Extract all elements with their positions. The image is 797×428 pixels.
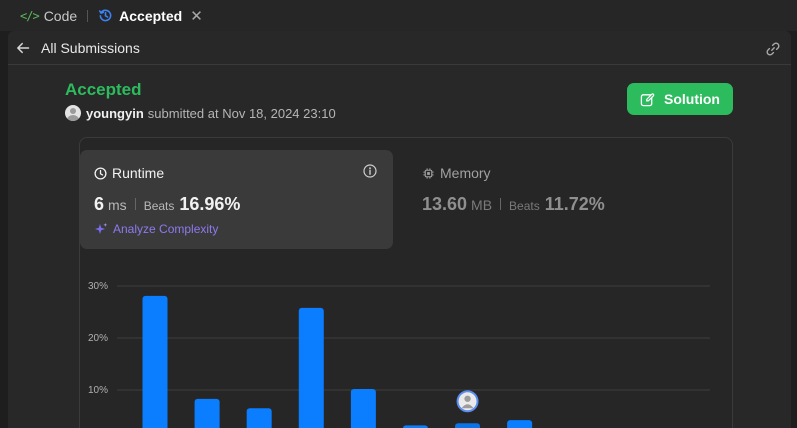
chart-bar[interactable]	[455, 423, 481, 428]
runtime-title: Runtime	[112, 165, 165, 181]
tab-bar: </> Code Accepted ✕	[0, 0, 797, 31]
avatar[interactable]	[65, 105, 81, 121]
memory-title: Memory	[440, 165, 491, 181]
chart-bar[interactable]	[246, 408, 272, 428]
chip-icon	[423, 167, 434, 179]
y-tick-label: 10%	[88, 385, 108, 396]
solution-button-label: Solution	[664, 91, 720, 107]
info-icon[interactable]	[363, 164, 377, 178]
runtime-distribution-chart: 0%10%20%30%	[88, 281, 710, 428]
submissions-bar: All Submissions	[8, 31, 791, 65]
chart-bar[interactable]	[298, 307, 324, 428]
all-submissions-link[interactable]: All Submissions	[41, 40, 140, 56]
username[interactable]: youngyin	[86, 106, 144, 121]
runtime-unit: ms	[108, 197, 127, 213]
edit-icon	[640, 92, 655, 106]
runtime-card[interactable]: Runtime 6 ms Beats 16.96% Analyze Comple…	[80, 150, 393, 249]
chart-bar[interactable]	[142, 295, 168, 428]
memory-value: 13.60	[422, 194, 468, 214]
memory-card[interactable]: Memory 13.60 MB Beats 11.72%	[408, 150, 721, 249]
y-tick-label: 20%	[88, 333, 108, 344]
submitted-time: submitted at Nov 18, 2024 23:10	[147, 105, 336, 121]
tab-separator	[87, 9, 89, 22]
chart-bar[interactable]	[350, 388, 376, 428]
runtime-value: 6	[94, 194, 105, 214]
chart-bar[interactable]	[194, 398, 220, 428]
submission-meta: youngyin submitted at Nov 18, 2024 23:10	[65, 105, 336, 121]
tab-code-label: Code	[43, 7, 78, 24]
tab-accepted-label: Accepted	[119, 7, 183, 24]
memory-beats-label: Beats	[509, 199, 540, 213]
submission-panel: All Submissions Accepted youngyin submit…	[8, 31, 791, 428]
runtime-header: Runtime	[94, 165, 164, 181]
sparkle-icon	[95, 223, 108, 234]
user-marker-avatar	[456, 390, 479, 413]
runtime-stats: 6 ms Beats 16.96%	[94, 194, 240, 215]
clock-icon	[94, 166, 107, 180]
memory-beats-value: 11.72%	[544, 194, 605, 214]
memory-header: Memory	[422, 165, 491, 181]
divider	[134, 198, 136, 210]
submission-status: Accepted	[65, 80, 142, 99]
solution-button[interactable]: Solution	[627, 83, 733, 115]
tab-accepted[interactable]: Accepted ✕	[90, 0, 211, 31]
memory-stats: 13.60 MB Beats 11.72%	[422, 194, 605, 215]
link-icon[interactable]	[765, 41, 781, 57]
divider	[500, 198, 502, 210]
close-icon[interactable]: ✕	[190, 7, 203, 25]
stats-card: Runtime 6 ms Beats 16.96% Analyze Comple…	[79, 137, 733, 428]
analyze-complexity-label: Analyze Complexity	[113, 222, 219, 236]
arrow-left-icon[interactable]	[16, 41, 30, 55]
tab-code[interactable]: </> Code	[0, 0, 85, 31]
code-icon: </>	[20, 8, 40, 23]
chart-bar[interactable]	[507, 420, 533, 428]
history-icon	[99, 9, 112, 22]
runtime-beats-value: 16.96%	[179, 194, 241, 214]
memory-unit: MB	[471, 197, 493, 213]
analyze-complexity-link[interactable]: Analyze Complexity	[94, 222, 218, 236]
y-tick-label: 30%	[88, 281, 108, 292]
runtime-beats-label: Beats	[143, 199, 175, 213]
